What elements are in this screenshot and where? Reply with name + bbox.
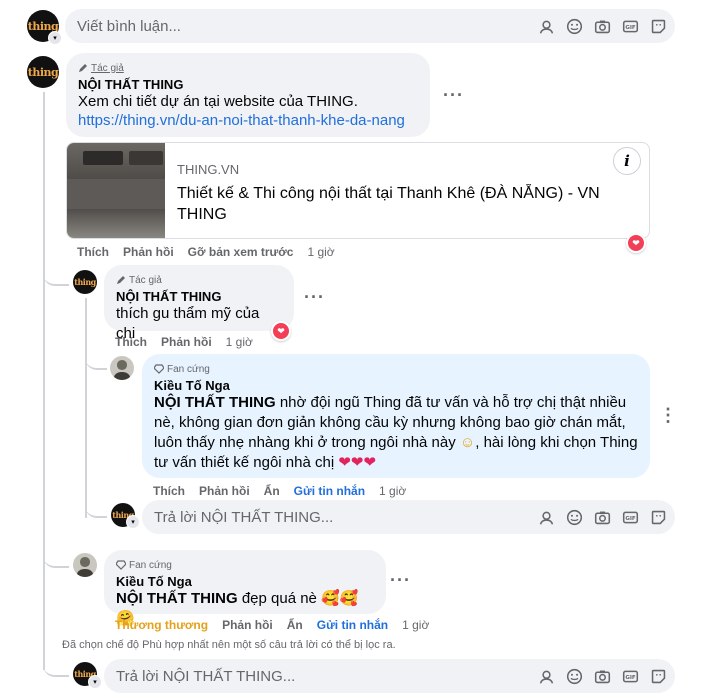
smile-emoji: ☺ [459, 434, 476, 451]
comment-input-placeholder: Viết bình luận... [77, 17, 181, 35]
author-badge: Tác giả [78, 61, 418, 75]
remove-preview-button[interactable]: Gỡ bản xem trước [188, 245, 294, 259]
gif-icon[interactable]: GIF [622, 509, 639, 526]
timestamp[interactable]: 1 giờ [307, 245, 334, 259]
emoji-icon[interactable] [566, 668, 583, 685]
preview-domain: THING.VN [177, 162, 240, 177]
avatar-sticker-icon[interactable] [538, 668, 555, 685]
gif-icon[interactable]: GIF [622, 668, 639, 685]
fan-badge: Fan cứng [116, 558, 374, 572]
thread-line-main [43, 92, 45, 670]
diamond-icon [116, 560, 126, 570]
comment-actions-main: Thích Phản hồi Gỡ bản xem trước 1 giờ [77, 245, 335, 259]
chevron-down-icon[interactable]: ▾ [88, 675, 102, 689]
pencil-icon [117, 276, 125, 284]
thread-curve-4 [43, 548, 69, 568]
reply-actions-fan-2: Thương thương Phản hồi Ẩn Gửi tin nhắn 1… [115, 618, 429, 632]
sticker-icon[interactable] [650, 18, 667, 35]
fan-name[interactable]: Kiều Tố Nga [154, 378, 638, 393]
reply-button[interactable]: Phản hồi [123, 245, 174, 259]
input-icons: GIF [538, 500, 667, 534]
comment-bubble-main: Tác giả NỘI THẤT THING Xem chi tiết dự á… [66, 53, 430, 137]
emoji-icon[interactable] [566, 18, 583, 35]
svg-text:GIF: GIF [625, 675, 636, 681]
heart-reaction-icon[interactable]: ❤ [626, 233, 646, 253]
preview-image [67, 143, 165, 238]
like-button[interactable]: Thích [153, 484, 185, 498]
comment-input[interactable]: Viết bình luận... GIF [65, 9, 675, 43]
fan-reply-text: NỘI THẤT THING nhờ đội ngũ Thing đã tư v… [154, 394, 638, 471]
author-avatar[interactable]: thing [27, 56, 59, 88]
reply-button[interactable]: Phản hồi [222, 618, 273, 632]
info-icon[interactable]: i [613, 147, 641, 175]
fan-name[interactable]: Kiều Tố Nga [116, 574, 374, 589]
avatar-sticker-icon[interactable] [538, 509, 555, 526]
input-icons: GIF [538, 659, 667, 693]
heart-reaction-icon[interactable]: ❤ [271, 321, 291, 341]
reply-input-placeholder: Trả lời NỘI THẤT THING... [116, 667, 296, 685]
hide-button[interactable]: Ẩn [287, 618, 303, 632]
thread-curve-1 [43, 262, 69, 286]
love-reaction-button[interactable]: Thương thương [115, 618, 208, 632]
reply-input-1[interactable]: Trả lời NỘI THẤT THING... GIF [142, 500, 675, 534]
hearts-emoji: ❤❤❤ [338, 454, 377, 471]
send-message-button[interactable]: Gửi tin nhắn [294, 484, 365, 498]
sticker-icon[interactable] [650, 509, 667, 526]
more-options-icon[interactable]: ⋮ [659, 405, 678, 426]
svg-text:GIF: GIF [625, 516, 636, 522]
more-options-icon[interactable]: ··· [390, 570, 411, 591]
comment-author-name[interactable]: NỘI THẤT THING [78, 77, 418, 92]
timestamp[interactable]: 1 giờ [402, 618, 429, 632]
like-button[interactable]: Thích [77, 245, 109, 259]
preview-title[interactable]: Thiết kế & Thi công nội thất tại Thanh K… [177, 183, 637, 225]
reply-bubble-author: Tác giả NỘI THẤT THING thích gu thẩm mỹ … [104, 265, 294, 342]
more-options-icon[interactable]: ··· [443, 85, 464, 106]
fan-avatar[interactable] [110, 356, 134, 380]
link-preview-card[interactable]: THING.VN Thiết kế & Thi công nội thất tạ… [66, 142, 650, 239]
camera-icon[interactable] [594, 18, 611, 35]
timestamp[interactable]: 1 giờ [379, 484, 406, 498]
more-options-icon[interactable]: ··· [304, 287, 325, 308]
diamond-icon [154, 364, 164, 374]
reply-bubble-fan-2: Fan cứng Kiều Tố Nga NỘI THẤT THING đẹp … [104, 550, 386, 627]
mention-tag[interactable]: NỘI THẤT THING [116, 590, 238, 607]
reply-bubble-fan-1: Fan cứng Kiều Tố Nga NỘI THẤT THING nhờ … [142, 354, 650, 478]
chevron-down-icon[interactable]: ▾ [126, 515, 140, 529]
thread-line-sub [85, 298, 87, 518]
reply-author-name[interactable]: NỘI THẤT THING [116, 289, 282, 304]
comment-link[interactable]: https://thing.vn/du-an-noi-that-thanh-kh… [78, 112, 418, 129]
thread-curve-3 [85, 500, 107, 518]
author-avatar[interactable]: thing [73, 270, 97, 294]
thread-curve-5 [43, 655, 69, 677]
emoji-icon[interactable] [566, 509, 583, 526]
reply-button[interactable]: Phản hồi [161, 335, 212, 349]
fan-avatar[interactable] [73, 553, 97, 577]
timestamp[interactable]: 1 giờ [226, 335, 253, 349]
filter-note: Đã chọn chế độ Phù hợp nhất nên một số c… [62, 639, 396, 651]
camera-icon[interactable] [594, 509, 611, 526]
reply-input-placeholder: Trả lời NỘI THẤT THING... [154, 508, 334, 526]
reply-actions-fan-1: Thích Phản hồi Ẩn Gửi tin nhắn 1 giờ [153, 484, 406, 498]
reply-button[interactable]: Phản hồi [199, 484, 250, 498]
fan-badge: Fan cứng [154, 362, 638, 376]
comment-text: Xem chi tiết dự án tại website của THING… [78, 93, 358, 110]
thread-curve-2 [85, 350, 107, 370]
reply-actions-author: Thích Phản hồi 1 giờ [115, 335, 253, 349]
like-button[interactable]: Thích [115, 335, 147, 349]
svg-text:GIF: GIF [625, 25, 636, 31]
author-badge: Tác giả [116, 273, 282, 287]
sticker-icon[interactable] [650, 668, 667, 685]
chevron-down-icon[interactable]: ▾ [48, 31, 62, 45]
camera-icon[interactable] [594, 668, 611, 685]
reply-input-2[interactable]: Trả lời NỘI THẤT THING... GIF [104, 659, 675, 693]
hide-button[interactable]: Ẩn [264, 484, 280, 498]
pencil-icon [79, 64, 87, 72]
send-message-button[interactable]: Gửi tin nhắn [317, 618, 388, 632]
gif-icon[interactable]: GIF [622, 18, 639, 35]
input-icons: GIF [538, 9, 667, 43]
avatar-sticker-icon[interactable] [538, 18, 555, 35]
mention-tag[interactable]: NỘI THẤT THING [154, 394, 276, 411]
